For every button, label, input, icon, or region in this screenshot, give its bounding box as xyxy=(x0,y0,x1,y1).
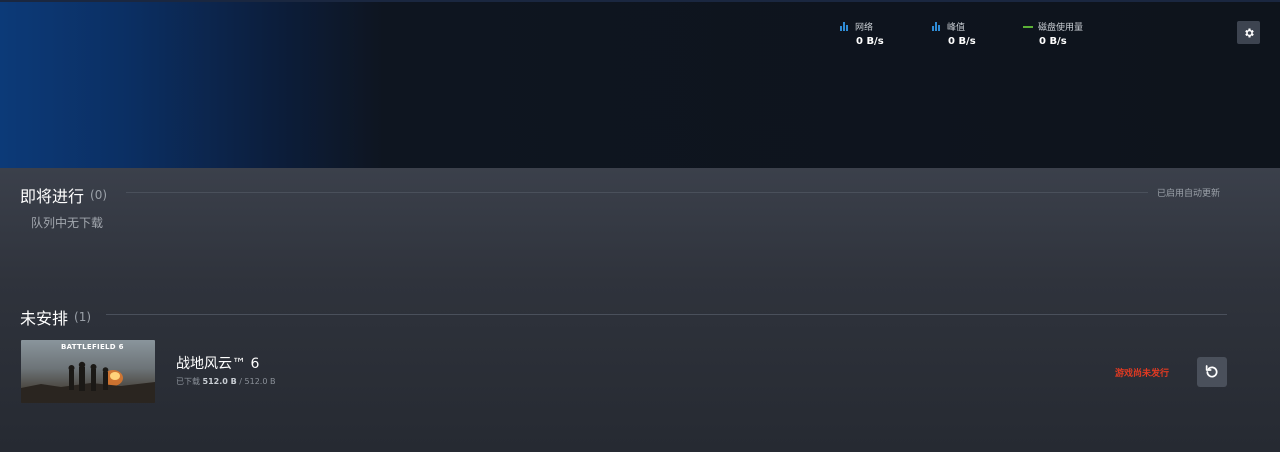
disk-line-icon xyxy=(1023,25,1033,28)
total-size: 512.0 B xyxy=(244,377,276,386)
thumbnail-game-logo: BATTLEFIELD 6 xyxy=(61,343,124,351)
refresh-icon xyxy=(1205,365,1218,378)
auto-update-note: 已启用自动更新 xyxy=(1157,189,1221,199)
unscheduled-count: (1) xyxy=(74,310,92,324)
upcoming-count: (0) xyxy=(90,188,108,202)
downloaded-amount: 512.0 B xyxy=(202,377,237,386)
empty-queue-message: 队列中无下载 xyxy=(31,216,104,230)
game-title[interactable]: 战地风云™ 6 xyxy=(176,353,259,373)
size-separator: / xyxy=(239,377,242,386)
upcoming-divider xyxy=(126,192,1148,193)
settings-button[interactable] xyxy=(1237,21,1260,44)
unscheduled-divider xyxy=(106,314,1227,315)
download-header: 网络 0 B/s 峰值 0 B/s 磁盘使用量 0 B/s xyxy=(0,0,1280,168)
downloaded-label: 已下载 xyxy=(176,377,200,386)
peak-value: 0 B/s xyxy=(948,36,976,47)
retry-button[interactable] xyxy=(1197,357,1227,387)
download-progress-text: 已下载 512.0 B / 512.0 B xyxy=(176,376,275,387)
unscheduled-title: 未安排 xyxy=(20,309,69,328)
game-thumbnail[interactable]: BATTLEFIELD 6 xyxy=(21,340,155,403)
disk-stat: 磁盘使用量 0 B/s xyxy=(1023,20,1083,47)
peak-label: 峰值 xyxy=(947,23,966,33)
unscheduled-section-title: 未安排 (1) xyxy=(20,305,91,329)
upcoming-section-title: 即将进行 (0) xyxy=(20,183,107,207)
network-label: 网络 xyxy=(855,23,874,33)
network-stat: 网络 0 B/s xyxy=(840,20,884,47)
peak-bars-icon xyxy=(932,22,942,31)
downloads-main xyxy=(0,168,1280,452)
gear-icon xyxy=(1244,28,1254,37)
network-value: 0 B/s xyxy=(856,36,884,47)
disk-label: 磁盘使用量 xyxy=(1038,23,1084,33)
disk-value: 0 B/s xyxy=(1039,36,1067,47)
network-bars-icon xyxy=(840,22,850,31)
upcoming-title: 即将进行 xyxy=(20,187,85,206)
unreleased-status: 游戏尚未发行 xyxy=(1115,369,1170,379)
peak-stat: 峰值 0 B/s xyxy=(932,20,976,47)
